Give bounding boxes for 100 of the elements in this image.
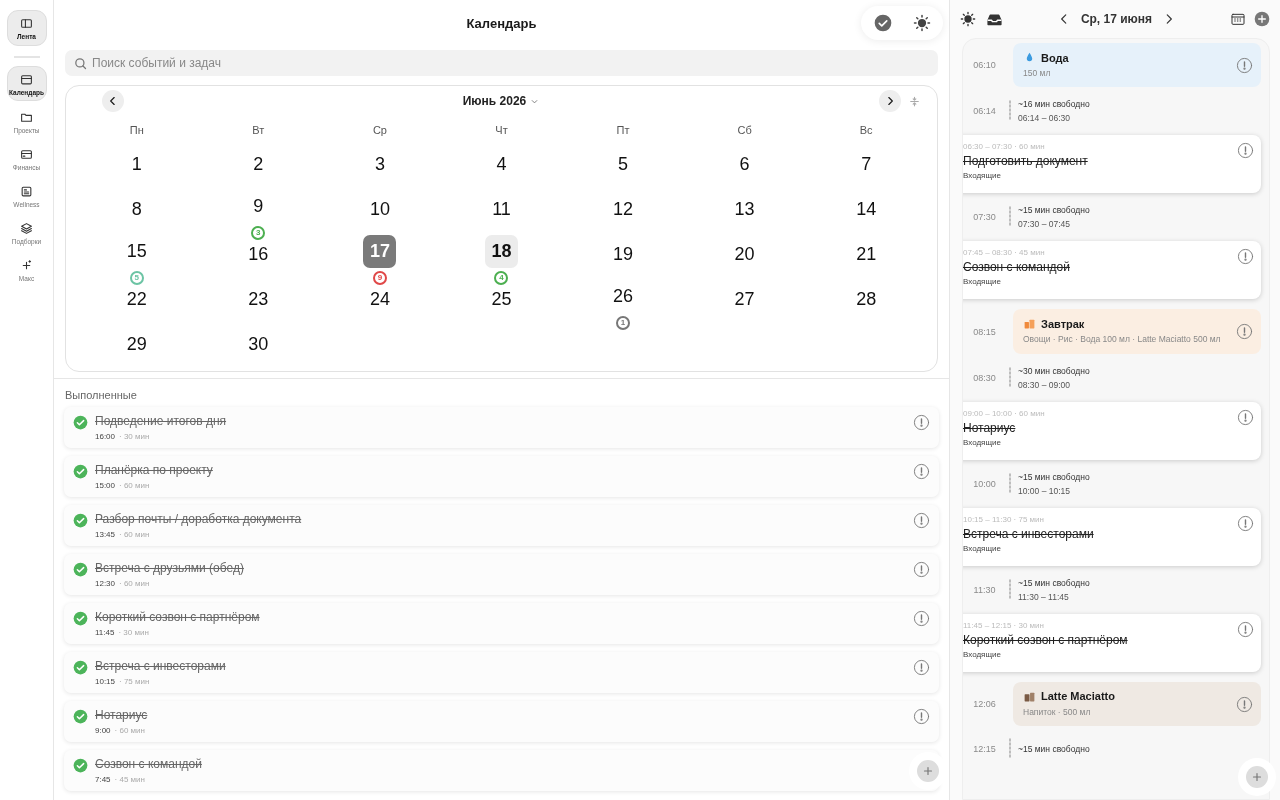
task-time: 16:00 <box>95 432 116 441</box>
event-count: 4 <box>494 270 509 285</box>
alert-icon[interactable] <box>1236 56 1253 74</box>
free-time-range: 08:30 – 09:00 <box>1018 379 1071 390</box>
task-time: 7:45 <box>95 775 111 784</box>
checkmark-icon[interactable] <box>73 562 88 577</box>
day-number[interactable]: 14 <box>849 193 883 226</box>
task-time: 12:30 <box>95 579 116 588</box>
day-number[interactable]: 7 <box>849 148 883 181</box>
day-number[interactable]: 11 <box>485 193 518 226</box>
free-time-range: 06:14 – 06:30 <box>1018 113 1071 124</box>
day-number[interactable]: 4 <box>485 148 518 181</box>
task-card[interactable]: Короткий созвон с партнёром 11:45 · 30 мин <box>64 603 939 644</box>
calendar-icon <box>20 73 33 86</box>
checkmark-icon[interactable] <box>73 758 88 773</box>
day-number[interactable]: 30 <box>241 328 275 361</box>
checkmark-icon[interactable] <box>73 709 88 724</box>
day-number[interactable]: 23 <box>241 283 275 316</box>
month-picker[interactable]: Июнь 2026 <box>124 94 879 108</box>
checkmark-icon[interactable] <box>73 660 88 675</box>
day-number[interactable]: 21 <box>849 238 883 271</box>
day-number[interactable]: 17 <box>363 234 397 268</box>
day-number[interactable]: 12 <box>606 193 640 226</box>
free-time-label: ~15 мин свободно <box>1018 744 1090 755</box>
sun-icon[interactable] <box>960 11 976 27</box>
task-duration: · 45 мин <box>114 775 145 784</box>
alert-icon[interactable] <box>913 463 930 480</box>
alert-icon[interactable] <box>1237 514 1254 532</box>
day-number[interactable]: 5 <box>606 148 640 181</box>
intake-title: Latte Maciatto <box>1041 690 1115 703</box>
task-card[interactable]: Разбор почты / доработка документа 13:45 · 60 мин <box>64 505 939 546</box>
event-title: Короткий созвон с партнёром <box>963 632 1129 647</box>
task-card[interactable]: Созвон с командой 7:45 · 45 мин <box>64 750 939 791</box>
alert-icon[interactable] <box>913 512 930 529</box>
checkmark-icon[interactable] <box>73 415 88 430</box>
task-card[interactable]: Планёрка по проекту 15:00 · 60 мин <box>64 456 939 497</box>
dotted-line-icon <box>1008 366 1012 389</box>
task-card[interactable]: Встреча с друзьями (обед) 12:30 · 60 мин <box>64 554 939 595</box>
day-number[interactable]: 9 <box>241 189 275 223</box>
day-number[interactable]: 27 <box>728 283 762 316</box>
intake-card[interactable]: Завтрак Овощи · Рис · Вода 100 мл · Latte Maciatto 500 мл <box>1013 309 1261 354</box>
weekday-label: Сб <box>736 123 753 138</box>
task-card[interactable]: Нотариус 9:00 · 60 мин <box>64 701 939 742</box>
plus-circle-icon[interactable] <box>1254 11 1270 27</box>
alert-icon[interactable] <box>1236 695 1253 713</box>
search-field[interactable]: Поиск событий и задач <box>65 50 938 76</box>
check-circle-icon[interactable] <box>873 13 893 33</box>
task-card[interactable]: Встреча с инвесторами 10:15 · 75 мин <box>64 652 939 693</box>
alert-icon[interactable] <box>913 414 930 431</box>
event-count: 3 <box>251 225 266 240</box>
day-number[interactable]: 3 <box>363 148 397 181</box>
day-number[interactable]: 6 <box>728 148 762 181</box>
alert-icon[interactable] <box>913 708 930 725</box>
dotted-line-icon <box>1008 206 1012 229</box>
day-number[interactable]: 26 <box>606 279 640 313</box>
day-number[interactable]: 15 <box>120 234 154 268</box>
day-number[interactable]: 10 <box>363 193 397 226</box>
intake-title: Завтрак <box>1041 317 1085 330</box>
day-number[interactable]: 29 <box>120 328 154 361</box>
previous-month-button[interactable] <box>102 90 124 112</box>
event-count: 1 <box>616 315 631 330</box>
intake-card[interactable]: Вода 150 мл <box>1013 43 1261 88</box>
day-number[interactable]: 1 <box>120 148 154 181</box>
day-number[interactable]: 19 <box>606 238 640 271</box>
day-number[interactable]: 28 <box>849 283 883 316</box>
alert-icon[interactable] <box>1237 142 1254 160</box>
event-card[interactable]: 10:15 – 11:30 · 75 мин Встреча с инвесторами Входящие <box>963 507 1261 566</box>
task-card[interactable]: Подведение итогов дня 16:00 · 30 мин <box>64 407 939 448</box>
free-time-label: ~16 мин свободно <box>1018 99 1090 110</box>
day-number[interactable]: 2 <box>241 148 275 181</box>
folder-icon <box>20 111 33 124</box>
alert-icon[interactable] <box>1237 408 1254 426</box>
day-number[interactable]: 8 <box>120 193 154 226</box>
dotted-line-icon <box>1008 472 1012 495</box>
checkmark-icon[interactable] <box>73 611 88 626</box>
day-number[interactable]: 20 <box>728 238 762 271</box>
sidebar-icon <box>20 16 33 30</box>
alert-icon[interactable] <box>913 561 930 578</box>
checkmark-icon[interactable] <box>73 513 88 528</box>
sun-icon[interactable] <box>913 14 931 32</box>
collapse-icon[interactable] <box>908 95 921 108</box>
day-number[interactable]: 16 <box>241 238 275 271</box>
task-duration: · 30 мин <box>118 628 149 637</box>
day-number[interactable]: 25 <box>485 283 518 316</box>
day-number[interactable]: 22 <box>120 283 154 316</box>
day-number[interactable]: 24 <box>363 283 397 316</box>
alert-icon[interactable] <box>1237 248 1254 266</box>
next-month-button[interactable] <box>879 90 901 112</box>
day-number[interactable]: 13 <box>728 193 762 226</box>
time-label: 06:14 <box>972 106 997 117</box>
day-number[interactable]: 18 <box>485 234 518 268</box>
alert-icon[interactable] <box>1237 620 1254 638</box>
intake-card[interactable]: Latte Maciatto Напиток · 500 мл <box>1013 681 1261 727</box>
task-duration: · 75 мин <box>119 677 150 686</box>
alert-icon[interactable] <box>1236 323 1253 341</box>
calendar-icon[interactable] <box>1230 11 1246 27</box>
free-time-range: 07:30 – 07:45 <box>1018 219 1071 230</box>
alert-icon[interactable] <box>913 610 930 627</box>
alert-icon[interactable] <box>913 659 930 676</box>
checkmark-icon[interactable] <box>73 464 88 479</box>
